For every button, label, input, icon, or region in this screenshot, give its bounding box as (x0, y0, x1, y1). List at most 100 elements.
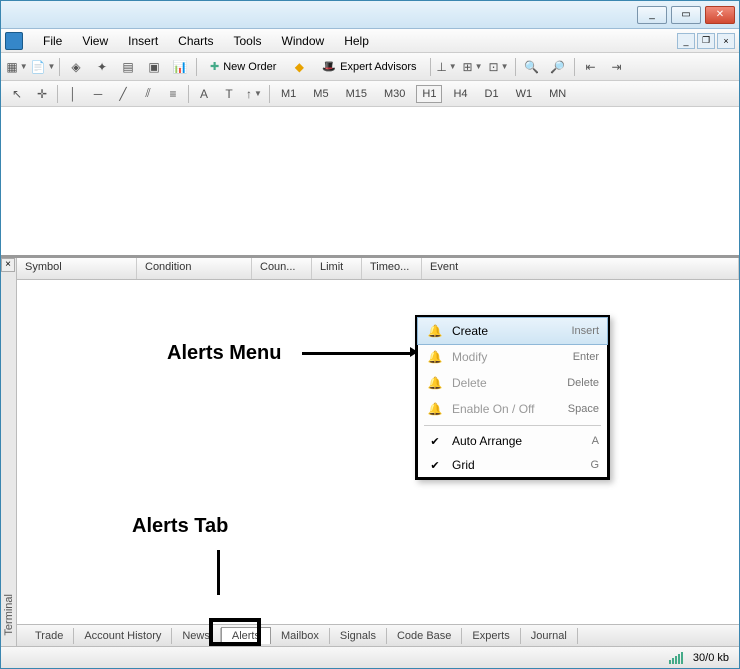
ctx-auto-arrange[interactable]: ✔ Auto Arrange A (418, 429, 607, 453)
mdi-close-button[interactable]: × (717, 33, 735, 49)
terminal-close-button[interactable]: × (1, 258, 15, 272)
new-order-button[interactable]: ✚ New Order (203, 57, 283, 76)
timeframe-m5[interactable]: M5 (307, 85, 334, 103)
templates-icon[interactable]: ⊡▼ (489, 57, 509, 77)
context-menu-separator (424, 425, 601, 426)
ctx-auto-arrange-label: Auto Arrange (452, 434, 592, 448)
crosshair-icon[interactable]: ✛ (32, 84, 52, 104)
cursor-icon[interactable]: ↖ (7, 84, 27, 104)
zoom-in-icon[interactable]: 🔍 (522, 57, 542, 77)
tab-mailbox[interactable]: Mailbox (271, 628, 330, 644)
bell-toggle-icon: 🔔 (426, 401, 444, 417)
terminal-body: Symbol Condition Coun... Limit Timeo... … (17, 258, 739, 646)
timeframe-d1[interactable]: D1 (479, 85, 505, 103)
tab-experts[interactable]: Experts (462, 628, 520, 644)
maximize-button[interactable]: ▭ (671, 6, 701, 24)
app-icon (5, 32, 23, 50)
close-button[interactable]: ✕ (705, 6, 735, 24)
trendline-icon[interactable]: ╱ (113, 84, 133, 104)
vertical-line-icon[interactable]: │ (63, 84, 83, 104)
timeframe-m1[interactable]: M1 (275, 85, 302, 103)
ctx-grid-shortcut: G (590, 459, 599, 471)
menu-file[interactable]: File (33, 31, 72, 51)
menu-help[interactable]: Help (334, 31, 379, 51)
separator (515, 58, 516, 76)
tab-code-base[interactable]: Code Base (387, 628, 462, 644)
ctx-modify-label: Modify (452, 350, 573, 364)
annotation-line-vertical (217, 550, 220, 595)
timeframe-m30[interactable]: M30 (378, 85, 411, 103)
horizontal-line-icon[interactable]: ─ (88, 84, 108, 104)
profiles-icon[interactable]: 📄▼ (33, 57, 53, 77)
ctx-create[interactable]: 🔔 Create Insert (417, 317, 608, 345)
tab-signals[interactable]: Signals (330, 628, 387, 644)
timeframe-w1[interactable]: W1 (510, 85, 539, 103)
col-timeout[interactable]: Timeo... (362, 258, 422, 279)
ctx-enable-label: Enable On / Off (452, 402, 568, 416)
terminal-label: Terminal (3, 584, 15, 646)
timeframe-h4[interactable]: H4 (447, 85, 473, 103)
bell-edit-icon: 🔔 (426, 349, 444, 365)
menubar: File View Insert Charts Tools Window Hel… (1, 29, 739, 53)
new-order-icon: ✚ (210, 60, 219, 73)
timeframe-m15[interactable]: M15 (340, 85, 373, 103)
col-event[interactable]: Event (422, 258, 739, 279)
mdi-controls: _ ❐ × (677, 33, 735, 49)
terminal-icon[interactable]: ▣ (144, 57, 164, 77)
chart-area[interactable] (1, 107, 739, 257)
col-counter[interactable]: Coun... (252, 258, 312, 279)
minimize-button[interactable]: _ (637, 6, 667, 24)
menu-tools[interactable]: Tools (224, 31, 272, 51)
alerts-context-menu: 🔔 Create Insert 🔔 Modify Enter 🔔 Delete … (415, 315, 610, 480)
tab-trade[interactable]: Trade (25, 628, 74, 644)
expert-advisors-button[interactable]: 🎩 Expert Advisors (315, 57, 423, 76)
column-headers: Symbol Condition Coun... Limit Timeo... … (17, 258, 739, 280)
ctx-delete[interactable]: 🔔 Delete Delete (418, 370, 607, 396)
timeframe-h1[interactable]: H1 (416, 85, 442, 103)
menu-charts[interactable]: Charts (168, 31, 223, 51)
navigator-icon[interactable]: ✦ (92, 57, 112, 77)
tab-journal[interactable]: Journal (521, 628, 578, 644)
separator (269, 85, 270, 103)
ctx-delete-shortcut: Delete (567, 377, 599, 389)
equidistant-channel-icon[interactable]: ⫽ (138, 84, 158, 104)
zoom-out-icon[interactable]: 🔎 (548, 57, 568, 77)
text-icon[interactable]: A (194, 84, 214, 104)
expert-advisors-icon: 🎩 (322, 60, 336, 73)
strategy-tester-icon[interactable]: 📊 (170, 57, 190, 77)
col-symbol[interactable]: Symbol (17, 258, 137, 279)
new-order-label: New Order (223, 61, 276, 73)
text-label-icon[interactable]: T (219, 84, 239, 104)
col-condition[interactable]: Condition (137, 258, 252, 279)
metaquotes-icon[interactable]: ◆ (289, 57, 309, 77)
new-chart-icon[interactable]: ▦▼ (7, 57, 27, 77)
ctx-modify[interactable]: 🔔 Modify Enter (418, 344, 607, 370)
ctx-grid-label: Grid (452, 458, 590, 472)
data-window-icon[interactable]: ▤ (118, 57, 138, 77)
separator (574, 58, 575, 76)
ctx-enable[interactable]: 🔔 Enable On / Off Space (418, 396, 607, 422)
terminal-panel: × Terminal Symbol Condition Coun... Limi… (1, 257, 739, 646)
auto-scroll-icon[interactable]: ⇥ (607, 57, 627, 77)
ctx-grid[interactable]: ✔ Grid G (418, 453, 607, 477)
col-limit[interactable]: Limit (312, 258, 362, 279)
chart-shift-icon[interactable]: ⇤ (581, 57, 601, 77)
terminal-tabs: Trade Account History News Alerts Mailbo… (17, 624, 739, 646)
toolbar-drawing: ↖ ✛ │ ─ ╱ ⫽ ≡ A T ↑▼ M1 M5 M15 M30 H1 H4… (1, 81, 739, 107)
mdi-minimize-button[interactable]: _ (677, 33, 695, 49)
menu-view[interactable]: View (72, 31, 118, 51)
periods-icon[interactable]: ⊞▼ (463, 57, 483, 77)
timeframe-mn[interactable]: MN (543, 85, 572, 103)
connection-signal-icon (669, 652, 683, 664)
tab-account-history[interactable]: Account History (74, 628, 172, 644)
fibonacci-icon[interactable]: ≡ (163, 84, 183, 104)
indicators-icon[interactable]: ⊥▼ (437, 57, 457, 77)
terminal-content[interactable]: Alerts Menu Alerts Tab 🔔 Create Insert 🔔… (17, 280, 739, 624)
mdi-restore-button[interactable]: ❐ (697, 33, 715, 49)
separator (430, 58, 431, 76)
menu-insert[interactable]: Insert (118, 31, 168, 51)
menu-window[interactable]: Window (272, 31, 335, 51)
arrows-icon[interactable]: ↑▼ (244, 84, 264, 104)
market-watch-icon[interactable]: ◈ (66, 57, 86, 77)
bell-add-icon: 🔔 (426, 323, 444, 339)
